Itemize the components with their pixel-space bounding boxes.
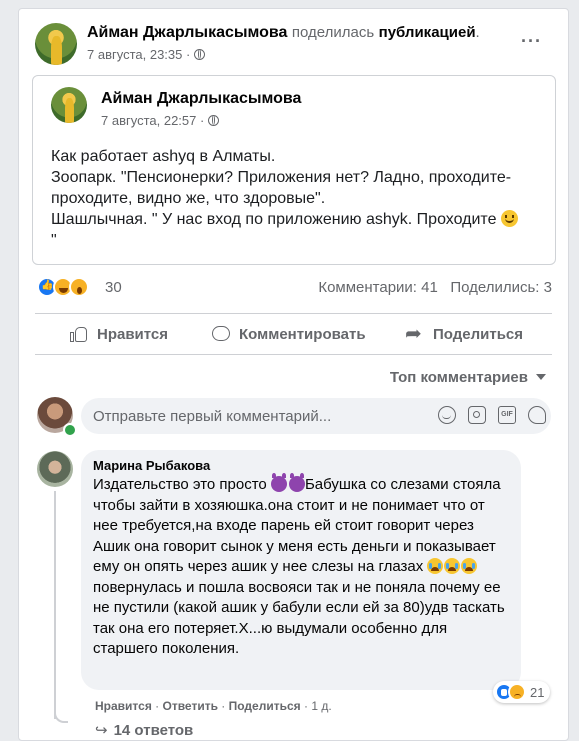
sticker-icon[interactable]: [528, 406, 546, 424]
like-label: Нравится: [97, 325, 169, 343]
separator: ·: [151, 699, 163, 713]
shares-count[interactable]: Поделились: 3: [450, 279, 552, 296]
thumbs-up-icon: [69, 324, 89, 344]
reaction-count[interactable]: 30: [105, 279, 122, 296]
post-line-with-emoji: Шашлычная. " У нас вход по приложению as…: [51, 209, 541, 230]
crying-emoji-icon: [444, 558, 461, 574]
comment-reactions[interactable]: 21: [493, 681, 551, 703]
sharer-name[interactable]: Айман Джарлыкасымова: [87, 24, 287, 41]
comment-age[interactable]: 1 д.: [311, 699, 331, 713]
devil-emoji-icon: [270, 473, 287, 492]
wow-reaction-icon[interactable]: [69, 277, 89, 297]
comment-actions: Нравится · Ответить · Поделиться · 1 д.: [95, 699, 332, 713]
post-line: Зоопарк. "Пенсионерки? Приложения нет? Л…: [51, 169, 512, 207]
sharer-avatar[interactable]: [35, 23, 77, 65]
share-meta: 7 августа, 23:35 ·: [87, 47, 206, 62]
view-replies-link[interactable]: ↪ 14 ответов: [95, 721, 193, 739]
post-line: ": [51, 232, 57, 249]
comment-text-part: Издательство это просто: [93, 476, 267, 493]
comment-like-link[interactable]: Нравится: [95, 699, 152, 713]
caret-down-icon: [536, 374, 546, 380]
smiling-face-emoji-icon: [500, 210, 518, 227]
post-body: Как работает ashyq в Алматы. Зоопарк. "П…: [51, 146, 541, 251]
post-meta: 7 августа, 22:57 ·: [101, 113, 220, 128]
online-status-icon: [63, 423, 77, 437]
divider: [35, 354, 552, 355]
author-name[interactable]: Айман Джарлыкасымова: [101, 90, 301, 108]
comment-icon: [211, 324, 231, 344]
comment-input-tools: GIF: [438, 406, 546, 426]
commenter-avatar[interactable]: [37, 451, 73, 487]
post-line: Как работает ashyq в Алматы.: [51, 148, 276, 165]
sad-reaction-icon: [508, 683, 526, 701]
shared-post-card: Айман Джарлыкасымова поделилась публикац…: [18, 8, 569, 741]
post-actions: Нравится Комментировать Поделиться: [35, 314, 552, 354]
like-button[interactable]: Нравится: [69, 314, 168, 354]
share-arrow-icon: [405, 321, 425, 346]
comment-share-link[interactable]: Поделиться: [229, 699, 301, 713]
sort-label: Топ комментариев: [389, 369, 528, 386]
comments-count[interactable]: Комментарии: 41: [318, 279, 438, 296]
engagement-stats: Комментарии: 41 Поделились: 3: [318, 279, 552, 296]
share-object-link[interactable]: публикацией: [379, 24, 476, 41]
crying-emoji-icon: [461, 558, 478, 574]
share-label: Поделиться: [433, 325, 524, 343]
comment-reply-link[interactable]: Ответить: [163, 699, 218, 713]
separator: ·: [300, 699, 312, 713]
replies-count: 14 ответов: [113, 722, 194, 739]
share-period: .: [475, 24, 480, 41]
comment-text: Издательство это просто Бабушка со слеза…: [93, 473, 509, 660]
devil-emoji-icon: [288, 473, 305, 492]
author-avatar[interactable]: [51, 87, 87, 123]
comment-text-part: повернулась и пошла восвояси так и не по…: [93, 578, 505, 658]
reply-arrow-icon: ↪: [95, 722, 108, 739]
share-header: Айман Джарлыкасымова поделилась публикац…: [87, 24, 480, 42]
share-timestamp[interactable]: 7 августа, 23:35 ·: [87, 47, 190, 62]
original-post[interactable]: Айман Джарлыкасымова 7 августа, 22:57 · …: [32, 75, 556, 265]
gif-icon[interactable]: GIF: [498, 406, 516, 424]
comment-reaction-count: 21: [530, 684, 545, 700]
separator: ·: [217, 699, 229, 713]
crying-emoji-icon: [427, 558, 444, 574]
share-verb: поделилась: [291, 24, 375, 41]
post-timestamp[interactable]: 7 августа, 22:57 ·: [101, 113, 204, 128]
thread-curve: [54, 709, 68, 723]
camera-icon[interactable]: [468, 406, 486, 424]
globe-icon: [208, 115, 220, 126]
commenter-name[interactable]: Марина Рыбакова: [93, 458, 509, 473]
comment-button[interactable]: Комментировать: [211, 314, 366, 354]
globe-icon: [194, 49, 206, 60]
comment-bubble: Марина Рыбакова Издательство это просто …: [81, 450, 521, 690]
emoji-icon[interactable]: [438, 406, 456, 424]
post-line: Шашлычная. " У нас вход по приложению as…: [51, 211, 497, 228]
comment-sort-dropdown[interactable]: Топ комментариев: [390, 369, 546, 386]
reactions-summary: 30 Комментарии: 41 Поделились: 3: [37, 277, 552, 301]
more-options-icon[interactable]: ···: [521, 31, 542, 52]
thread-line: [54, 491, 56, 719]
share-button[interactable]: Поделиться: [405, 314, 523, 354]
comment-label: Комментировать: [239, 325, 366, 343]
